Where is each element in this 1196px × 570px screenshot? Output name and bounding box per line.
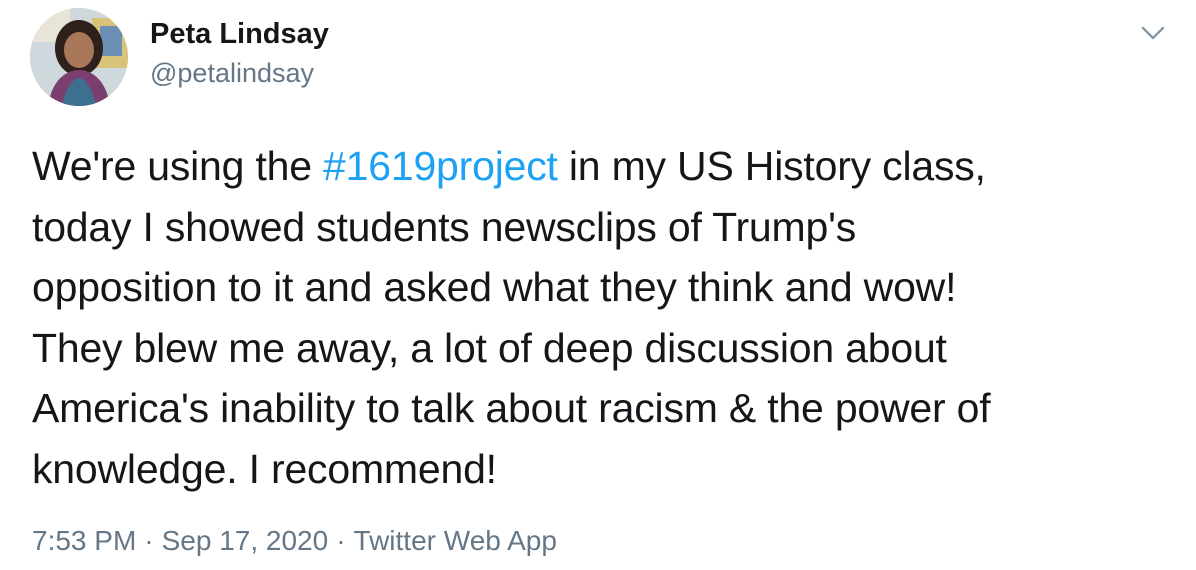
user-handle[interactable]: @petalindsay [150, 58, 314, 89]
hashtag-link[interactable]: #1619project [323, 143, 558, 189]
tweet-source-link[interactable]: Twitter Web App [354, 525, 557, 556]
tweet-text-line: America's inability to talk about racism… [32, 385, 991, 431]
separator: · [336, 525, 346, 556]
tweet-menu-button[interactable] [1138, 20, 1168, 46]
tweet-text: We're using the #1619project in my US Hi… [32, 136, 1172, 499]
tweet-text-line: today I showed students newsclips of Tru… [32, 203, 856, 250]
avatar[interactable] [30, 8, 128, 106]
tweet-date[interactable]: Sep 17, 2020 [162, 525, 329, 556]
tweet-text-line: They blew me away, a lot of deep discuss… [32, 324, 947, 371]
tweet-metadata: 7:53 PM · Sep 17, 2020 · Twitter Web App [32, 525, 557, 557]
separator: · [144, 525, 154, 556]
tweet-text-line: opposition to it and asked what they thi… [32, 264, 957, 310]
tweet-text-line: We're using the #1619project in my US Hi… [32, 136, 1172, 197]
profile-photo-icon [30, 8, 128, 106]
tweet-card: Peta Lindsay @petalindsay We're using th… [0, 0, 1196, 570]
tweet-text-segment: in my US History class, [557, 143, 986, 189]
display-name[interactable]: Peta Lindsay [150, 18, 329, 51]
tweet-time[interactable]: 7:53 PM [32, 525, 136, 556]
chevron-down-icon [1141, 26, 1165, 40]
tweet-text-segment: We're using the [32, 143, 324, 189]
tweet-text-line: knowledge. I recommend! [32, 445, 497, 492]
